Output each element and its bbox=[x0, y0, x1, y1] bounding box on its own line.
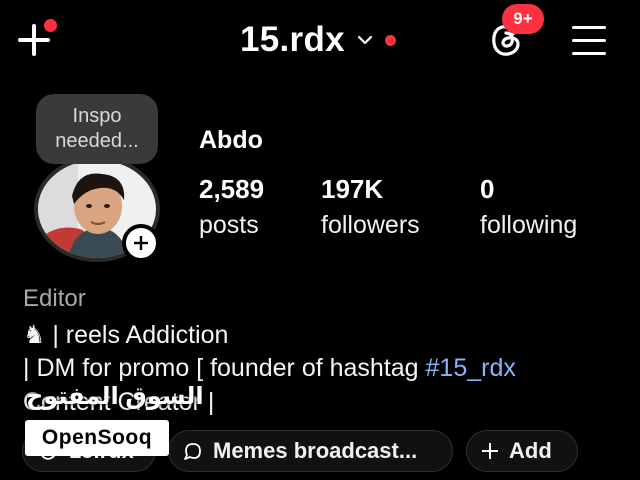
bio-text: | DM for promo [ founder of hashtag bbox=[23, 354, 426, 382]
broadcast-channel-chip[interactable]: Memes broadcast... bbox=[168, 430, 453, 472]
add-link-chip[interactable]: Add bbox=[466, 430, 578, 472]
bio-line: | DM for promo [ founder of hashtag #15_… bbox=[23, 354, 516, 383]
broadcast-icon bbox=[184, 443, 201, 460]
chevron-down-icon bbox=[357, 35, 373, 45]
following-stat[interactable]: 0 following bbox=[480, 174, 577, 240]
account-switcher[interactable]: 15.rdx bbox=[240, 18, 396, 62]
watermark-logo: OpenSooq bbox=[25, 420, 169, 456]
followers-stat[interactable]: 197K followers bbox=[321, 174, 420, 240]
note-line: needed... bbox=[55, 130, 139, 152]
profile-note[interactable]: Inspo needed... bbox=[36, 94, 158, 164]
plus-icon bbox=[482, 443, 498, 459]
watermark-brand: OpenSooq bbox=[41, 426, 153, 449]
following-count: 0 bbox=[480, 174, 495, 204]
add-label: Add bbox=[509, 438, 552, 463]
followers-count: 197K bbox=[321, 174, 384, 204]
posts-count: 2,589 bbox=[199, 174, 265, 204]
note-line: Inspo bbox=[72, 105, 122, 127]
notification-badge: 9+ bbox=[502, 4, 544, 34]
bio-line: ♞ | reels Addiction bbox=[23, 321, 229, 349]
username: 15.rdx bbox=[240, 20, 345, 59]
hamburger-menu-icon[interactable] bbox=[570, 22, 608, 58]
display-name: Abdo bbox=[199, 126, 263, 154]
posts-label: posts bbox=[199, 211, 259, 239]
following-label: following bbox=[480, 211, 578, 239]
broadcast-label: Memes broadcast... bbox=[213, 438, 418, 463]
new-indicator-dot bbox=[44, 19, 57, 32]
hashtag-link[interactable]: #15_rdx bbox=[426, 354, 516, 382]
posts-stat[interactable]: 2,589 posts bbox=[199, 174, 264, 240]
profile-category: Editor bbox=[23, 285, 86, 312]
plus-icon bbox=[134, 236, 148, 250]
watermark-arabic: السوق المفتوح bbox=[26, 383, 204, 410]
add-story-button[interactable] bbox=[122, 224, 160, 262]
new-post-button[interactable] bbox=[16, 19, 57, 60]
account-indicator-dot bbox=[384, 34, 396, 46]
followers-label: followers bbox=[321, 211, 420, 239]
